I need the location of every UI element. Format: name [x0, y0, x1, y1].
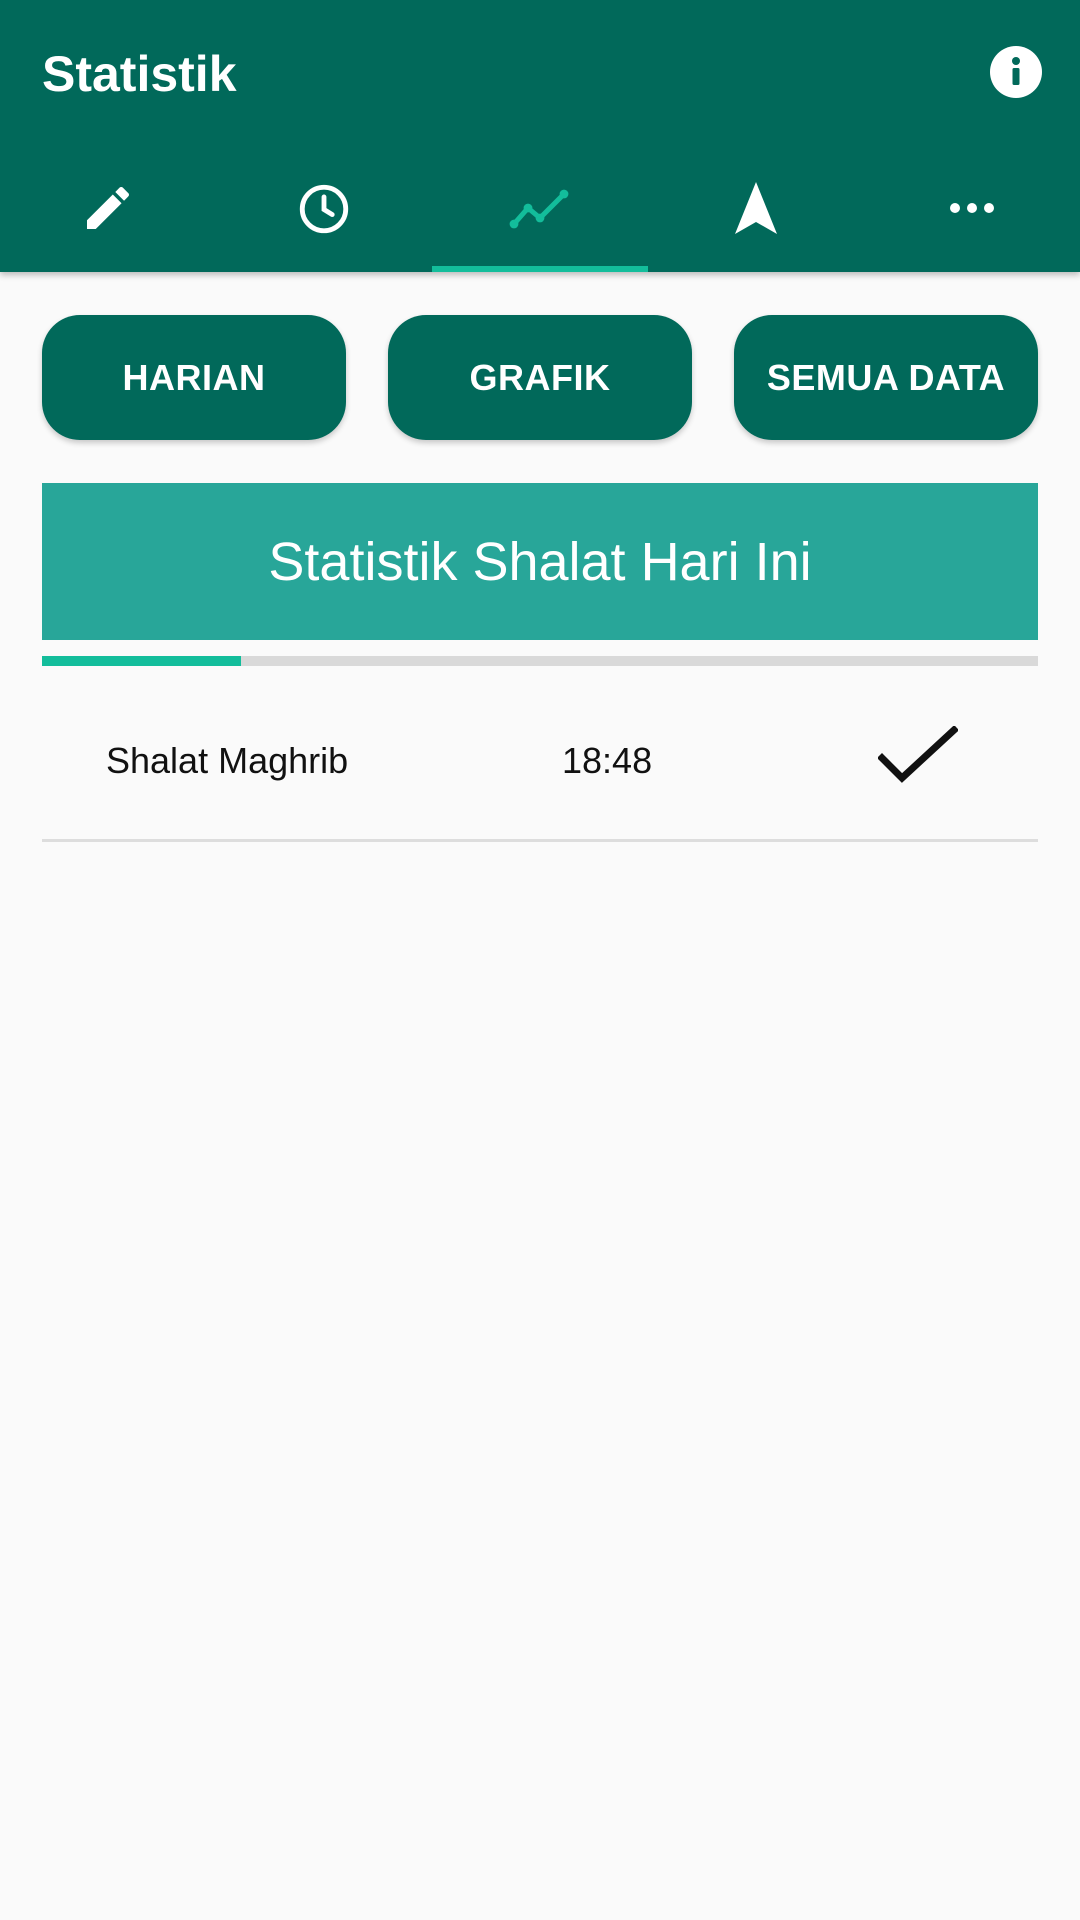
check-icon: [877, 725, 959, 797]
tab-bar: [0, 150, 1080, 272]
tab-schedule[interactable]: [216, 150, 432, 272]
statistics-header: Statistik Shalat Hari Ini: [42, 483, 1038, 640]
page-title: Statistik: [42, 46, 237, 102]
clock-icon: [299, 184, 349, 234]
grafik-button[interactable]: GRAFIK: [388, 315, 692, 440]
prayer-name: Shalat Maghrib: [106, 740, 349, 781]
app-bar: Statistik: [0, 0, 1080, 272]
tab-more[interactable]: [864, 150, 1080, 272]
chart-line-icon: [509, 189, 569, 229]
list-item: Shalat Maghrib 18:48: [42, 680, 1038, 842]
info-icon[interactable]: [990, 46, 1042, 98]
progress-bar: [42, 656, 1038, 666]
semua-data-button[interactable]: SEMUA DATA: [734, 315, 1038, 440]
pencil-icon: [87, 186, 130, 229]
prayer-time: 18:48: [562, 740, 653, 781]
filter-buttons: HARIAN GRAFIK SEMUA DATA: [42, 315, 1038, 440]
progress-fill: [42, 656, 242, 666]
harian-button[interactable]: HARIAN: [42, 315, 346, 440]
tab-qibla[interactable]: [648, 150, 864, 272]
tab-edit[interactable]: [0, 150, 216, 272]
tab-statistics[interactable]: [432, 150, 648, 272]
navigation-arrow-icon: [735, 182, 777, 234]
more-horizontal-icon: [950, 203, 994, 213]
